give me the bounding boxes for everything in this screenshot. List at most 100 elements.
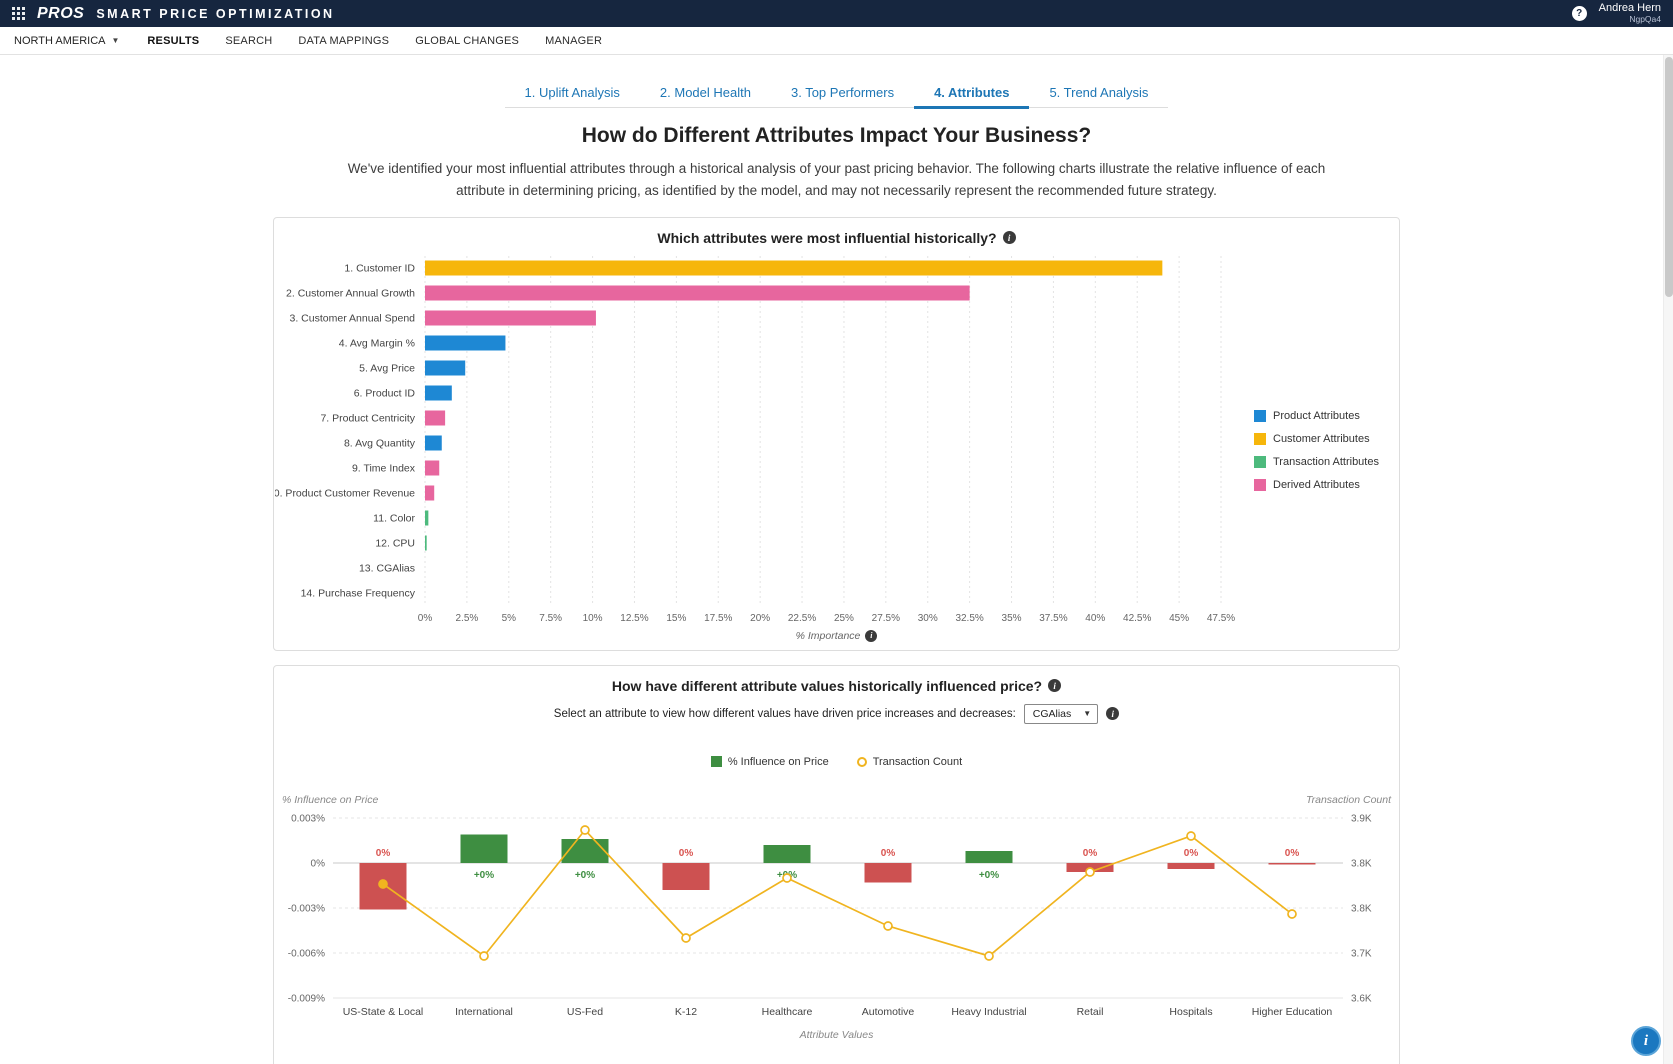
chevron-down-icon: ▼ [111, 36, 119, 45]
influence-bar-heavy-industrial[interactable] [965, 851, 1012, 863]
importance-bar-5-avg-price[interactable] [425, 360, 465, 375]
info-icon[interactable]: i [1048, 679, 1061, 692]
bar-value-label: 0% [1284, 848, 1299, 859]
legend-item-derived-attributes: Derived Attributes [1254, 479, 1379, 491]
importance-bar-8-avg-quantity[interactable] [425, 435, 442, 450]
line-marker-higher-education[interactable] [1288, 910, 1296, 918]
line-marker-healthcare[interactable] [783, 874, 791, 882]
x-tick-label: 15% [666, 613, 686, 624]
line-marker-automotive[interactable] [884, 922, 892, 930]
nav-item-global-changes[interactable]: GLOBAL CHANGES [415, 35, 519, 47]
category-label: 4. Avg Margin % [338, 337, 414, 349]
page-description: We've identified your most influential a… [322, 158, 1352, 203]
x-tick-label: 25% [833, 613, 853, 624]
attribute-select[interactable]: CGAlias ▼ [1024, 704, 1098, 724]
tab-1-uplift-analysis[interactable]: 1. Uplift Analysis [505, 77, 640, 109]
apps-grid-icon[interactable] [12, 7, 25, 20]
legend-item-customer-attributes: Customer Attributes [1254, 433, 1379, 445]
left-tick-label: -0.006% [287, 948, 324, 959]
legend-item-transaction-count: Transaction Count [857, 756, 962, 768]
line-marker-k-12[interactable] [682, 934, 690, 942]
pros-logo: PROS [37, 5, 84, 23]
user-info[interactable]: Andrea Hern NgpQa4 [1599, 2, 1661, 24]
category-label: 8. Avg Quantity [343, 437, 415, 449]
importance-bar-3-customer-annual-spend[interactable] [425, 310, 596, 325]
line-marker-hospitals[interactable] [1187, 832, 1195, 840]
help-icon[interactable]: ? [1572, 6, 1587, 21]
legend-swatch [1254, 479, 1266, 491]
importance-bar-11-color[interactable] [425, 510, 428, 525]
x-tick-label: 5% [501, 613, 516, 624]
tab-4-attributes[interactable]: 4. Attributes [914, 77, 1029, 109]
legend-swatch [857, 757, 867, 767]
line-marker-heavy-industrial[interactable] [985, 952, 993, 960]
info-icon[interactable]: i [1106, 707, 1119, 720]
chart2-xaxis-title: Attribute Values [274, 1029, 1399, 1041]
influence-bar-k-12[interactable] [662, 863, 709, 890]
info-fab-button[interactable]: i [1631, 1026, 1661, 1056]
chart1-title-row: Which attributes were most influential h… [274, 230, 1399, 246]
x-tick-label: 35% [1001, 613, 1021, 624]
left-tick-label: -0.009% [287, 993, 324, 1004]
bar-value-label: 0% [678, 848, 693, 859]
chart2-axis-titles: % Influence on Price Transaction Count [274, 794, 1399, 806]
chart1-xaxis-title: % Importance [796, 630, 861, 642]
importance-bar-7-product-centricity[interactable] [425, 410, 445, 425]
bar-value-label: 0% [1183, 848, 1198, 859]
line-marker-retail[interactable] [1086, 868, 1094, 876]
x-tick-label: 30% [917, 613, 937, 624]
tab-3-top-performers[interactable]: 3. Top Performers [771, 77, 914, 109]
nav-item-results[interactable]: RESULTS [147, 35, 199, 47]
nav-item-data-mappings[interactable]: DATA MAPPINGS [298, 35, 389, 47]
importance-bar-12-cpu[interactable] [425, 535, 427, 550]
region-selector[interactable]: NORTH AMERICA ▼ [14, 35, 119, 47]
tabs-wrap: 1. Uplift Analysis2. Model Health3. Top … [0, 77, 1673, 108]
scrollbar[interactable] [1663, 55, 1673, 1064]
x-tick-label: 7.5% [539, 613, 562, 624]
tab-2-model-health[interactable]: 2. Model Health [640, 77, 771, 109]
category-label: 5. Avg Price [359, 362, 415, 374]
line-marker-us-state-local[interactable] [379, 880, 387, 888]
importance-bar-2-customer-annual-growth[interactable] [425, 285, 970, 300]
influence-bar-healthcare[interactable] [763, 845, 810, 863]
x-tick-label: 20% [750, 613, 770, 624]
legend-label: Customer Attributes [1273, 433, 1370, 445]
user-environment: NgpQa4 [1599, 15, 1661, 25]
x-tick-label: 2.5% [455, 613, 478, 624]
nav-item-search[interactable]: SEARCH [225, 35, 272, 47]
info-icon[interactable]: i [865, 630, 877, 642]
importance-bar-6-product-id[interactable] [425, 385, 452, 400]
importance-bar-10-product-customer-revenue[interactable] [425, 485, 434, 500]
line-marker-international[interactable] [480, 952, 488, 960]
legend-label: Transaction Attributes [1273, 456, 1379, 468]
x-tick-label: 0% [417, 613, 432, 624]
main-nav: NORTH AMERICA ▼ RESULTS SEARCH DATA MAPPIN… [0, 27, 1673, 55]
category-label: 6. Product ID [353, 387, 415, 399]
tab-5-trend-analysis[interactable]: 5. Trend Analysis [1029, 77, 1168, 109]
line-marker-us-fed[interactable] [581, 826, 589, 834]
category-label: Heavy Industrial [951, 1006, 1026, 1018]
info-icon[interactable]: i [1003, 231, 1016, 244]
top-app-bar: PROS SMART PRICE OPTIMIZATION ? Andrea H… [0, 0, 1673, 27]
category-label: 10. Product Customer Revenue [275, 487, 415, 499]
right-tick-label: 3.8K [1351, 903, 1372, 914]
nav-item-manager[interactable]: MANAGER [545, 35, 602, 47]
scrollbar-thumb[interactable] [1665, 57, 1673, 297]
legend-item-product-attributes: Product Attributes [1254, 410, 1379, 422]
importance-bar-4-avg-margin[interactable] [425, 335, 505, 350]
influence-bar-automotive[interactable] [864, 863, 911, 883]
importance-bar-9-time-index[interactable] [425, 460, 439, 475]
right-tick-label: 3.9K [1351, 813, 1372, 824]
influence-bar-higher-education[interactable] [1268, 863, 1315, 865]
legend-swatch [1254, 456, 1266, 468]
importance-bar-1-customer-id[interactable] [425, 260, 1162, 275]
chart1-legend: Product Attributes Customer Attributes Tra… [1254, 410, 1379, 491]
influence-bar-international[interactable] [460, 834, 507, 863]
results-tabs: 1. Uplift Analysis2. Model Health3. Top … [505, 77, 1169, 108]
right-tick-label: 3.6K [1351, 993, 1372, 1004]
chart1-title: Which attributes were most influential h… [657, 230, 996, 246]
legend-item-transaction-attributes: Transaction Attributes [1254, 456, 1379, 468]
influence-bar-hospitals[interactable] [1167, 863, 1214, 869]
category-label: 13. CGAlias [358, 562, 414, 574]
chart2-legend: % Influence on PriceTransaction Count [274, 756, 1399, 768]
